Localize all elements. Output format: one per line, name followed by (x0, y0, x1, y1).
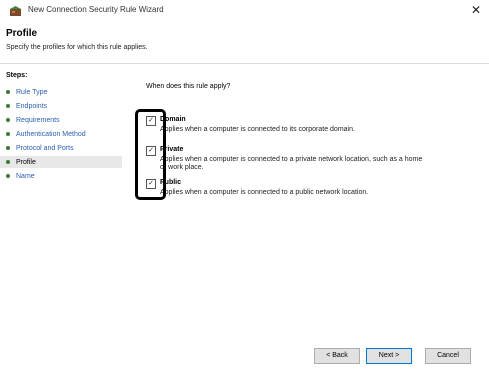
step-bullet-icon (6, 132, 10, 136)
window-title: New Connection Security Rule Wizard (28, 5, 164, 14)
step-label: Requirements (16, 116, 60, 124)
cancel-button[interactable]: Cancel (425, 348, 471, 364)
step-label: Profile (16, 158, 36, 166)
step-bullet-icon (6, 104, 10, 108)
steps-panel: Steps: Rule Type Endpoints Requirements … (0, 64, 122, 370)
title-bar: New Connection Security Rule Wizard ✕ (0, 0, 489, 22)
close-button[interactable]: ✕ (471, 3, 481, 17)
back-button[interactable]: < Back (314, 348, 360, 364)
step-label: Endpoints (16, 102, 48, 110)
page-description: Specify the profiles for which this rule… (6, 44, 148, 51)
step-label: Name (16, 172, 35, 180)
step-requirements[interactable]: Requirements (6, 114, 60, 126)
step-protocol-and-ports[interactable]: Protocol and Ports (6, 142, 74, 154)
step-bullet-icon (6, 146, 10, 150)
step-label: Rule Type (16, 88, 48, 96)
step-endpoints[interactable]: Endpoints (6, 100, 47, 112)
wizard-header: Profile Specify the profiles for which t… (0, 22, 489, 64)
private-description: Applies when a computer is connected to … (160, 156, 423, 171)
page-title: Profile (6, 28, 38, 39)
public-description: Applies when a computer is connected to … (160, 189, 369, 196)
step-authentication-method[interactable]: Authentication Method (6, 128, 86, 140)
domain-description: Applies when a computer is connected to … (160, 126, 355, 133)
firewall-shield-icon (10, 6, 21, 16)
step-name[interactable]: Name (6, 170, 35, 182)
next-button[interactable]: Next > (366, 348, 412, 364)
step-bullet-icon (6, 90, 10, 94)
checkbox-highlight-annotation (135, 109, 166, 200)
step-bullet-icon (6, 160, 10, 164)
content-panel: When does this rule apply? ✓ Domain Appl… (122, 64, 489, 370)
steps-label: Steps: (6, 72, 28, 79)
step-bullet-icon (6, 118, 10, 122)
step-profile[interactable]: Profile (0, 156, 122, 168)
question-text: When does this rule apply? (146, 83, 231, 90)
step-rule-type[interactable]: Rule Type (6, 86, 47, 98)
step-bullet-icon (6, 174, 10, 178)
step-label: Authentication Method (16, 130, 86, 138)
step-label: Protocol and Ports (16, 144, 74, 152)
